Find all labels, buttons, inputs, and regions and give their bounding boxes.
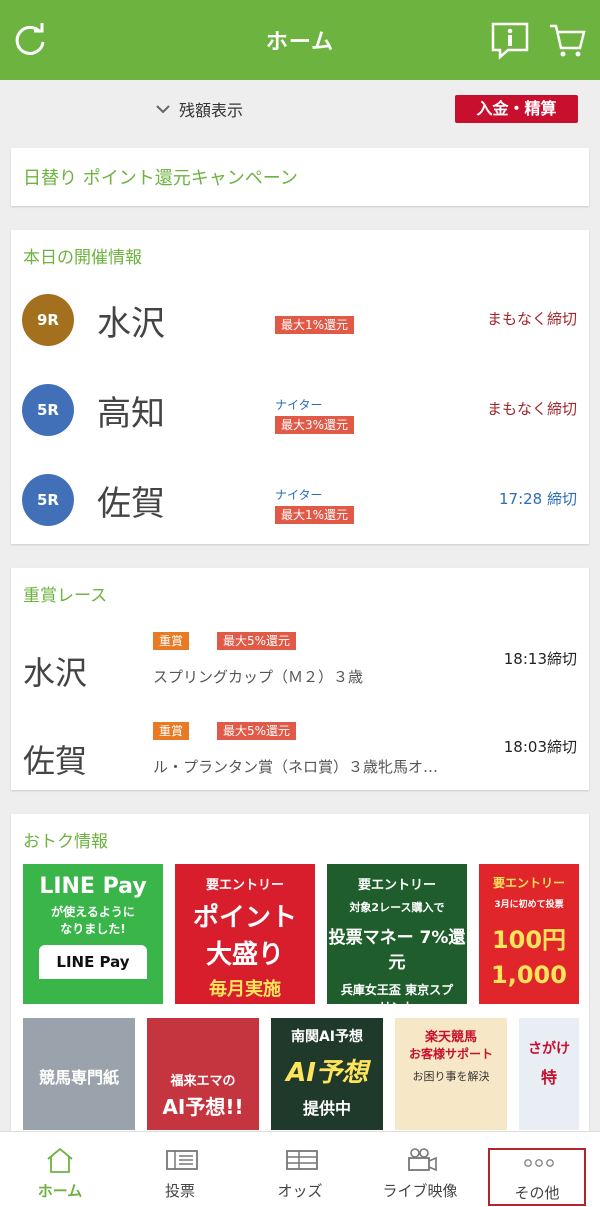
deadline-time: 18:13締切 (503, 650, 577, 668)
race-name: ル・プランタン賞（ネロ賞）３歳牝馬オ… (153, 758, 439, 776)
rebate-tag: 最大1%還元 (275, 504, 355, 524)
ticket-icon (165, 1146, 198, 1174)
tab-label: 投票 (164, 1182, 195, 1200)
race-number-badge: 5R (22, 474, 74, 526)
rebate-tag: 最大5%還元 (217, 632, 297, 650)
race-row[interactable]: 5R 佐賀 ナイター 最大1%還元 17:28 締切 (11, 460, 589, 540)
banner-first-vote[interactable]: 要エントリー 3月に初めて投票 100円 1,000 (479, 864, 579, 1004)
night-label: ナイター (275, 488, 323, 502)
venue-name: 佐賀 (97, 484, 165, 524)
race-status: まもなく締切 (486, 400, 577, 418)
graded-race-row[interactable]: 佐賀 重賞 最大5%還元 ル・プランタン賞（ネロ賞）３歳牝馬オ… 18:03締切 (11, 708, 589, 788)
tab-other[interactable]: その他 (488, 1148, 586, 1206)
app-header: ホーム (0, 0, 600, 80)
race-name: スプリングカップ（Ｍ２）３歳 (153, 668, 364, 686)
rebate-tag: 最大5%還元 (217, 722, 297, 740)
info-icon[interactable] (490, 20, 530, 60)
banner-vote-money[interactable]: 要エントリー 対象2レース購入で 投票マネー 7%還元 兵庫女王盃 東京スプリン… (327, 864, 467, 1004)
banner-support[interactable]: 楽天競馬 お客様サポート お困り事を解決 (395, 1018, 507, 1130)
banner-point-omori[interactable]: 要エントリー ポイント 大盛り 毎月実施 (175, 864, 315, 1004)
bottom-tab-bar: ホーム 投票 オッズ ライブ映像 その他 (0, 1131, 600, 1207)
deposit-button[interactable]: 入金・精算 (455, 95, 578, 123)
banner-keiba-paper[interactable]: 競馬専門紙 (23, 1018, 135, 1130)
tab-label: ライブ映像 (382, 1182, 458, 1200)
section-title: 本日の開催情報 (23, 248, 142, 268)
banner-saga[interactable]: さがけ 特 (519, 1018, 579, 1130)
race-status: まもなく締切 (486, 310, 577, 328)
venue-name: 水沢 (23, 654, 88, 692)
tab-label: オッズ (277, 1182, 323, 1200)
campaign-link[interactable]: 日替り ポイント還元キャンペーン (23, 164, 298, 190)
venue-name: 佐賀 (23, 742, 88, 780)
tab-label: その他 (514, 1184, 560, 1202)
race-number-badge: 5R (22, 384, 74, 436)
banner-line-pay[interactable]: LINE Pay が使えるように なりました! LINE Pay (23, 864, 163, 1004)
tab-odds[interactable]: オッズ (240, 1132, 360, 1207)
race-number-badge: 9R (22, 294, 74, 346)
rebate-tag: 最大3%還元 (275, 414, 355, 434)
section-title: 重賞レース (23, 586, 108, 606)
race-row[interactable]: 9R 水沢 最大1%還元 まもなく締切 (11, 280, 589, 360)
rebate-tag: 最大1%還元 (275, 314, 355, 334)
deadline-time: 18:03締切 (503, 738, 577, 756)
campaign-card[interactable]: 日替り ポイント還元キャンペーン (11, 148, 589, 206)
balance-toggle[interactable]: 残額表示 (155, 97, 243, 121)
race-tags: 重賞 最大5%還元 (153, 722, 297, 740)
night-label: ナイター (275, 398, 323, 412)
tab-vote[interactable]: 投票 (120, 1132, 240, 1207)
home-screen: ホーム 残額表示 入金・精算 日替り ポイント還元キャンペーン 本日の開催情報 … (0, 0, 600, 1207)
race-row[interactable]: 5R 高知 ナイター 最大3%還元 まもなく締切 (11, 370, 589, 450)
section-title: おトク情報 (23, 832, 108, 852)
banner-nankan-ai[interactable]: 南関AI予想 AI予想 提供中 (271, 1018, 383, 1130)
graded-races-card: 重賞レース 水沢 重賞 最大5%還元 スプリングカップ（Ｍ２）３歳 18:13締… (11, 568, 589, 790)
venue-name: 高知 (97, 394, 165, 434)
home-icon (45, 1146, 75, 1174)
balance-toggle-label: 残額表示 (179, 101, 244, 120)
video-camera-icon (405, 1146, 437, 1174)
grade-tag: 重賞 (153, 722, 190, 740)
tab-home[interactable]: ホーム (0, 1132, 120, 1207)
race-tags: 重賞 最大5%還元 (153, 632, 297, 650)
race-status: 17:28 締切 (499, 490, 577, 508)
tab-label: ホーム (37, 1182, 83, 1200)
chevron-down-icon (155, 100, 171, 119)
graded-race-row[interactable]: 水沢 重賞 最大5%還元 スプリングカップ（Ｍ２）３歳 18:13締切 (11, 624, 589, 704)
grade-tag: 重賞 (153, 632, 190, 650)
tab-live[interactable]: ライブ映像 (360, 1132, 480, 1207)
banner-fukurai-ai[interactable]: 福来エマの AI予想!! (147, 1018, 259, 1130)
venue-name: 水沢 (97, 304, 165, 344)
today-races-card: 本日の開催情報 9R 水沢 最大1%還元 まもなく締切 5R 高知 ナイター 最… (11, 230, 589, 544)
odds-table-icon (285, 1146, 318, 1174)
more-dots-icon (523, 1154, 555, 1173)
cart-icon[interactable] (548, 20, 588, 60)
deals-card: おトク情報 LINE Pay が使えるように なりました! LINE Pay 要… (11, 814, 589, 1144)
